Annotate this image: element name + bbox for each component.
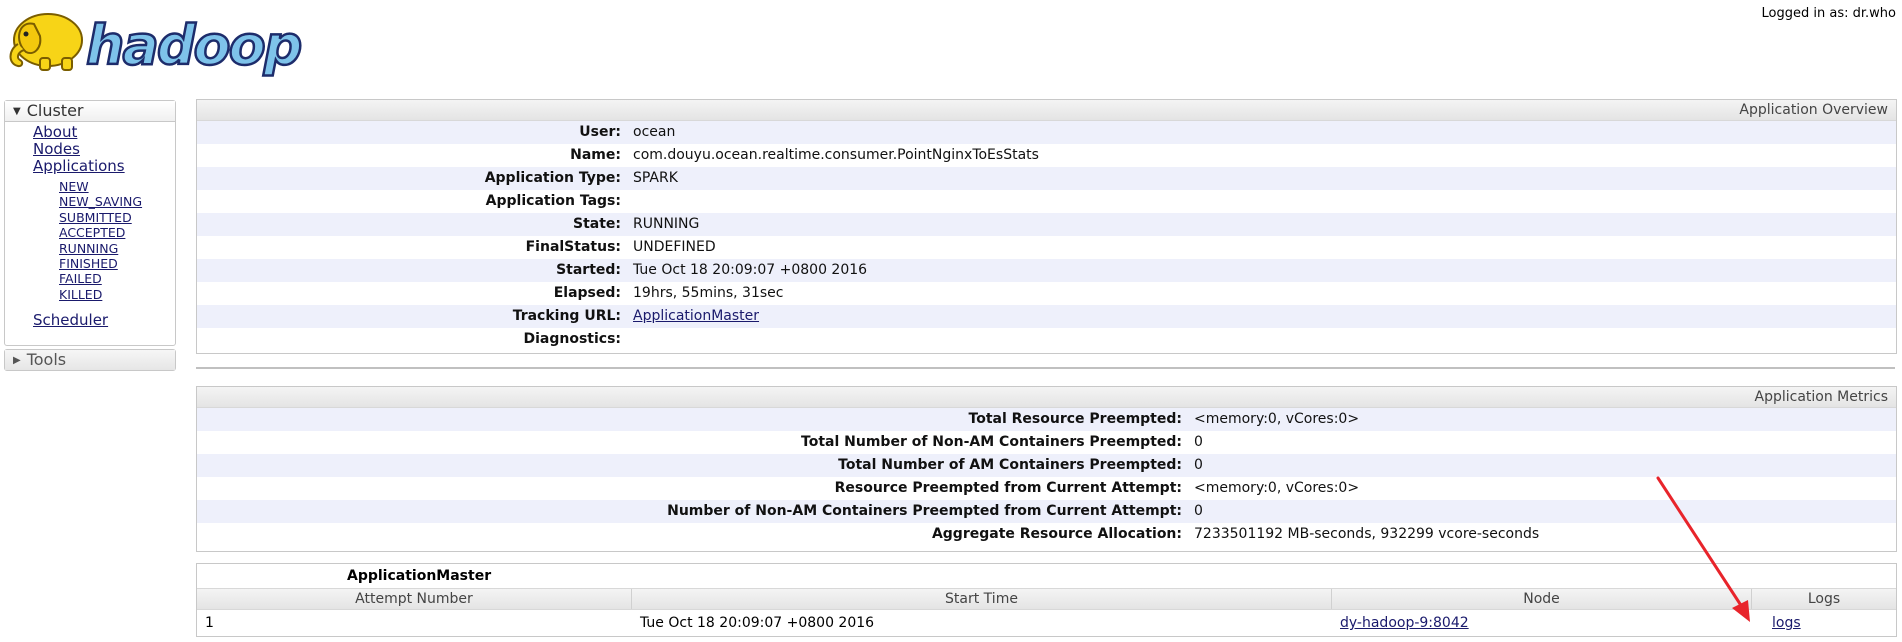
overview-rows: User: ocean Name: com.douyu.ocean.realti… bbox=[197, 121, 1896, 351]
overview-row-diagnostics: Diagnostics: bbox=[197, 328, 1896, 351]
logs-link[interactable]: logs bbox=[1772, 615, 1801, 631]
metrics-label: Total Resource Preempted: bbox=[968, 411, 1182, 427]
hadoop-elephant-logo-icon: hadoop bbox=[9, 13, 304, 78]
tools-section-title: Tools bbox=[26, 350, 67, 369]
metrics-row-non-am-containers-preempted: Total Number of Non-AM Containers Preemp… bbox=[197, 431, 1896, 454]
overview-row-application-type: Application Type: SPARK bbox=[197, 167, 1896, 190]
overview-label: User: bbox=[579, 124, 621, 140]
application-state-list: NEW NEW_SAVING SUBMITTED ACCEPTED RUNNIN… bbox=[5, 179, 175, 302]
application-metrics-panel: Application Metrics Total Resource Preem… bbox=[196, 386, 1897, 552]
application-metrics-title: Application Metrics bbox=[197, 387, 1896, 408]
sidebar-link-state-killed[interactable]: KILLED bbox=[59, 287, 175, 302]
overview-label: State: bbox=[572, 216, 621, 232]
metrics-row-non-am-preempted-current-attempt: Number of Non-AM Containers Preempted fr… bbox=[197, 500, 1896, 523]
sidebar-link-scheduler[interactable]: Scheduler bbox=[33, 312, 175, 329]
sidebar-link-state-finished[interactable]: FINISHED bbox=[59, 256, 175, 271]
application-overview-panel: Application Overview User: ocean Name: c… bbox=[196, 99, 1897, 354]
cluster-section-header[interactable]: ▼ Cluster bbox=[5, 101, 175, 122]
sidebar-cluster-section: ▼ Cluster About Nodes Applications NEW NE… bbox=[4, 100, 176, 346]
column-header-start-time[interactable]: Start Time bbox=[632, 589, 1332, 609]
attempts-caption: ApplicationMaster bbox=[347, 568, 492, 584]
logged-in-user: Logged in as: dr.who bbox=[1761, 6, 1896, 21]
cluster-links: About Nodes Applications NEW NEW_SAVING … bbox=[5, 122, 175, 329]
overview-row-application-tags: Application Tags: bbox=[197, 190, 1896, 213]
metrics-label: Resource Preempted from Current Attempt: bbox=[834, 480, 1182, 496]
sidebar-link-state-new-saving[interactable]: NEW_SAVING bbox=[59, 194, 175, 209]
overview-value: 19hrs, 55mins, 31sec bbox=[633, 285, 784, 301]
overview-value: ocean bbox=[633, 124, 676, 140]
metrics-label: Number of Non-AM Containers Preempted fr… bbox=[667, 503, 1182, 519]
overview-row-user: User: ocean bbox=[197, 121, 1896, 144]
logo-wordmark: hadoop bbox=[86, 14, 301, 77]
metrics-value: <memory:0, vCores:0> bbox=[1194, 411, 1360, 427]
cluster-section-title: Cluster bbox=[26, 101, 84, 120]
metrics-value: 7233501192 MB-seconds, 932299 vcore-seco… bbox=[1194, 526, 1540, 542]
triangle-down-icon: ▼ bbox=[13, 106, 21, 117]
overview-value: Tue Oct 18 20:09:07 +0800 2016 bbox=[633, 262, 868, 278]
sidebar-link-applications[interactable]: Applications bbox=[33, 158, 175, 175]
sidebar-link-about[interactable]: About bbox=[33, 124, 175, 141]
metrics-row-am-containers-preempted: Total Number of AM Containers Preempted:… bbox=[197, 454, 1896, 477]
sidebar-link-nodes[interactable]: Nodes bbox=[33, 141, 175, 158]
attempt-number-cell: 1 bbox=[205, 615, 214, 631]
sidebar-link-state-new[interactable]: NEW bbox=[59, 179, 175, 194]
start-time-cell: Tue Oct 18 20:09:07 +0800 2016 bbox=[640, 615, 875, 631]
hadoop-logo[interactable]: hadoop bbox=[4, 2, 304, 78]
column-header-logs[interactable]: Logs bbox=[1752, 589, 1896, 609]
logs-cell: logs bbox=[1752, 610, 1896, 634]
overview-label: Tracking URL: bbox=[512, 308, 621, 324]
metrics-rows: Total Resource Preempted: <memory:0, vCo… bbox=[197, 408, 1896, 546]
metrics-value: 0 bbox=[1194, 434, 1203, 450]
metrics-value: <memory:0, vCores:0> bbox=[1194, 480, 1360, 496]
sidebar-tools-section: ▶ Tools bbox=[4, 349, 176, 371]
node-link[interactable]: dy-hadoop-9:8042 bbox=[1340, 615, 1469, 631]
section-divider bbox=[196, 367, 1895, 369]
sidebar-link-state-accepted[interactable]: ACCEPTED bbox=[59, 225, 175, 240]
overview-label: Diagnostics: bbox=[523, 331, 621, 347]
overview-value: UNDEFINED bbox=[633, 239, 716, 255]
overview-label: Application Tags: bbox=[485, 193, 621, 209]
sidebar-link-state-failed[interactable]: FAILED bbox=[59, 271, 175, 286]
metrics-label: Total Number of AM Containers Preempted: bbox=[838, 457, 1182, 473]
sidebar-link-state-submitted[interactable]: SUBMITTED bbox=[59, 210, 175, 225]
triangle-right-icon: ▶ bbox=[13, 355, 21, 366]
tracking-url-link[interactable]: ApplicationMaster bbox=[633, 308, 759, 324]
tools-section-header[interactable]: ▶ Tools bbox=[5, 350, 175, 370]
column-header-attempt-number[interactable]: Attempt Number bbox=[197, 589, 632, 609]
metrics-value: 0 bbox=[1194, 503, 1203, 519]
column-header-node[interactable]: Node bbox=[1332, 589, 1752, 609]
metrics-row-resource-preempted-current-attempt: Resource Preempted from Current Attempt:… bbox=[197, 477, 1896, 500]
overview-row-final-status: FinalStatus: UNDEFINED bbox=[197, 236, 1896, 259]
overview-row-state: State: RUNNING bbox=[197, 213, 1896, 236]
metrics-row-total-resource-preempted: Total Resource Preempted: <memory:0, vCo… bbox=[197, 408, 1896, 431]
overview-value: ApplicationMaster bbox=[633, 305, 759, 328]
overview-label: Name: bbox=[570, 147, 621, 163]
node-cell: dy-hadoop-9:8042 bbox=[1332, 610, 1752, 634]
overview-label: Application Type: bbox=[484, 170, 621, 186]
overview-row-started: Started: Tue Oct 18 20:09:07 +0800 2016 bbox=[197, 259, 1896, 282]
application-overview-title: Application Overview bbox=[197, 100, 1896, 121]
overview-label: FinalStatus: bbox=[525, 239, 621, 255]
metrics-label: Total Number of Non-AM Containers Preemp… bbox=[801, 434, 1182, 450]
overview-value: com.douyu.ocean.realtime.consumer.PointN… bbox=[633, 147, 1039, 163]
metrics-value: 0 bbox=[1194, 457, 1203, 473]
overview-label: Started: bbox=[556, 262, 621, 278]
overview-label: Elapsed: bbox=[553, 285, 621, 301]
overview-row-tracking-url: Tracking URL: ApplicationMaster bbox=[197, 305, 1896, 328]
metrics-label: Aggregate Resource Allocation: bbox=[931, 526, 1182, 542]
table-row: 1 Tue Oct 18 20:09:07 +0800 2016 dy-hado… bbox=[197, 610, 1896, 634]
overview-row-name: Name: com.douyu.ocean.realtime.consumer.… bbox=[197, 144, 1896, 167]
attempts-header-row: Attempt Number Start Time Node Logs bbox=[197, 588, 1896, 610]
overview-row-elapsed: Elapsed: 19hrs, 55mins, 31sec bbox=[197, 282, 1896, 305]
overview-value: SPARK bbox=[633, 170, 678, 186]
sidebar-link-state-running[interactable]: RUNNING bbox=[59, 241, 175, 256]
app-attempts-table: ApplicationMaster Attempt Number Start T… bbox=[196, 563, 1897, 637]
overview-value: RUNNING bbox=[633, 216, 700, 232]
metrics-row-aggregate-resource-allocation: Aggregate Resource Allocation: 723350119… bbox=[197, 523, 1896, 546]
